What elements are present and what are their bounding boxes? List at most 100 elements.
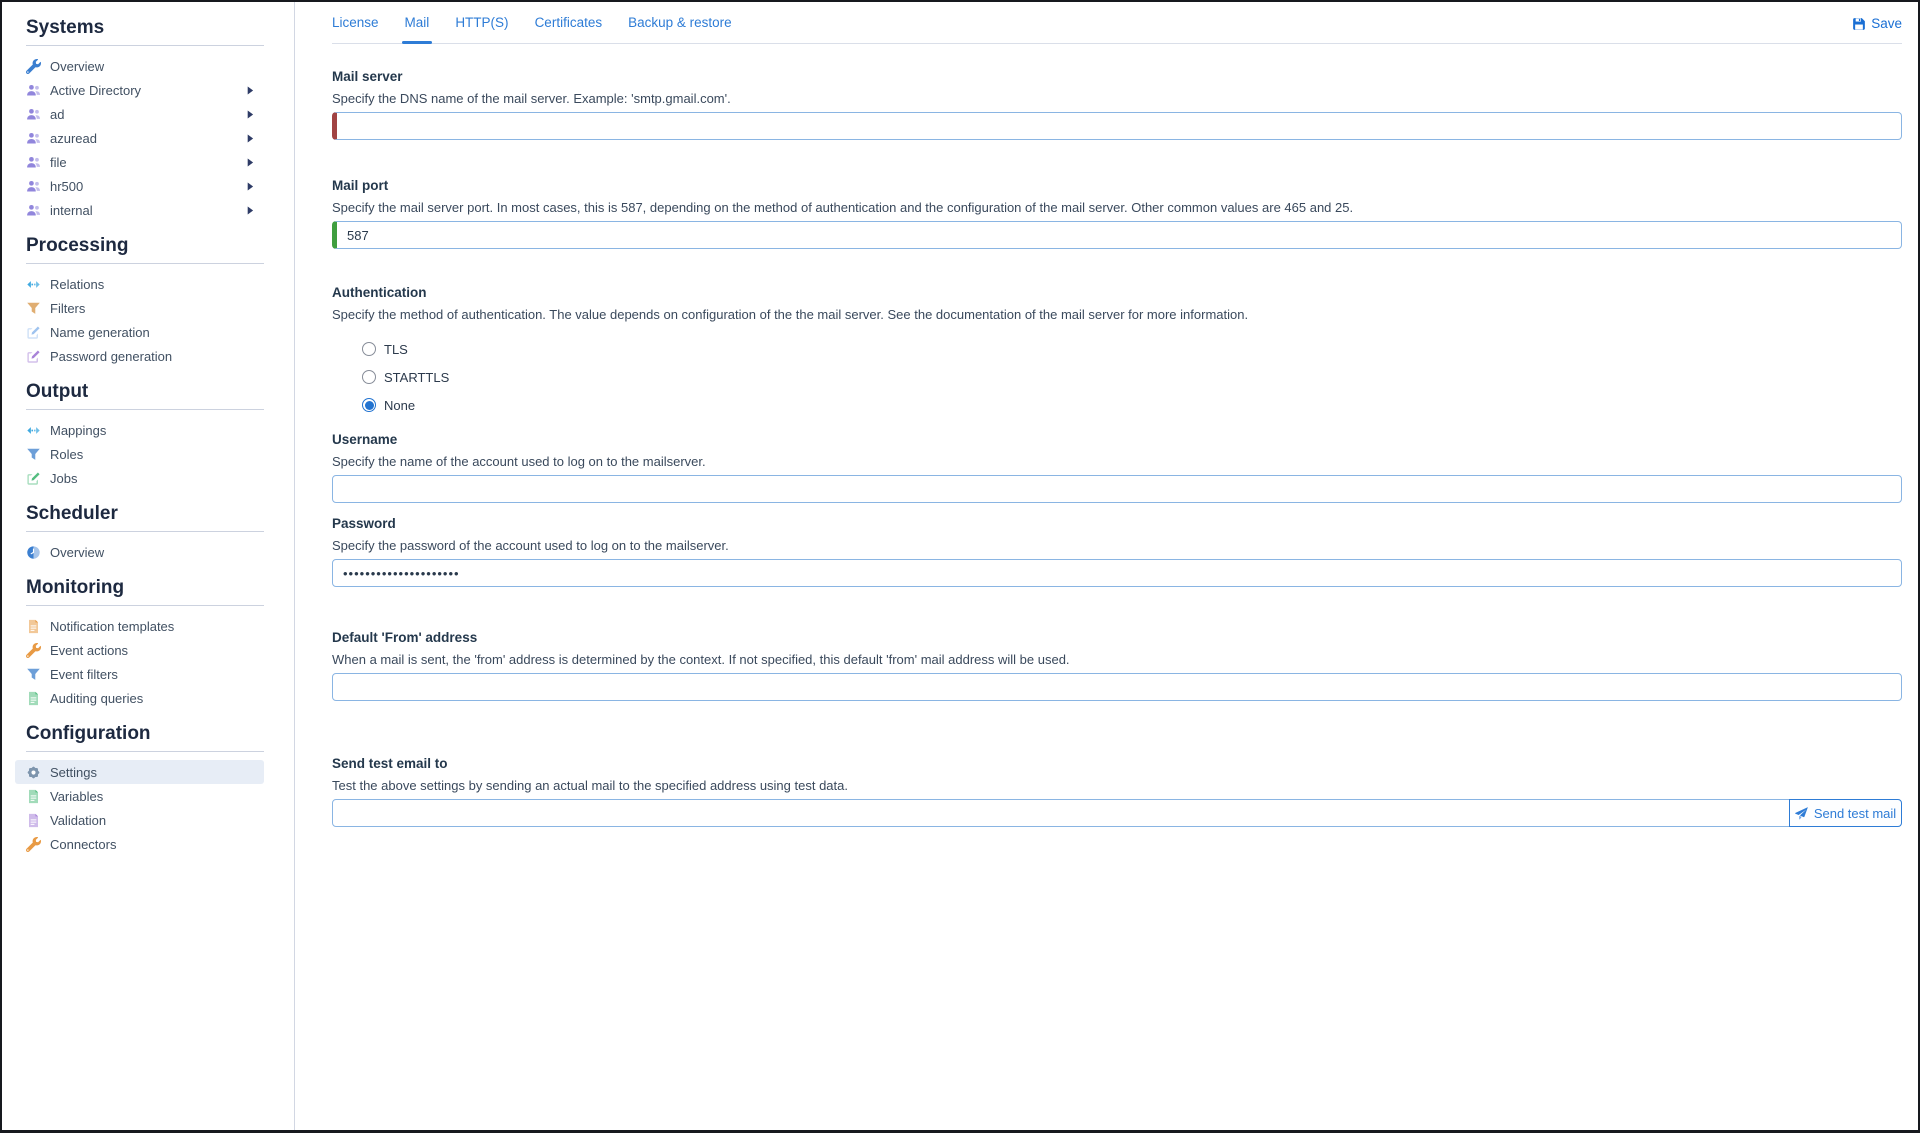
sidebar-item-settings[interactable]: Settings xyxy=(15,760,264,784)
password-input[interactable] xyxy=(332,559,1902,587)
field-group-mail-server: Mail server Specify the DNS name of the … xyxy=(332,68,1902,140)
username-input[interactable] xyxy=(332,475,1902,503)
sidebar-item-label: Overview xyxy=(50,59,104,74)
main-content: License Mail HTTP(S) Certificates Backup… xyxy=(295,2,1918,1130)
send-test-label: Send test email to xyxy=(332,755,1902,773)
wrench-icon xyxy=(26,837,41,852)
tab-backup-restore[interactable]: Backup & restore xyxy=(628,15,732,43)
sidebar-item-roles[interactable]: Roles xyxy=(15,442,264,466)
sidebar-item-label: Connectors xyxy=(50,837,116,852)
save-button[interactable]: Save xyxy=(1852,15,1902,31)
sidebar-item-validation[interactable]: Validation xyxy=(15,808,264,832)
mail-server-input[interactable] xyxy=(332,112,1902,140)
document-icon xyxy=(26,691,41,706)
section-divider xyxy=(26,751,264,752)
field-group-authentication: Authentication Specify the method of aut… xyxy=(332,284,1902,419)
sidebar-item-mappings[interactable]: Mappings xyxy=(15,418,264,442)
radio-label-none: None xyxy=(384,398,415,413)
sidebar-item-file[interactable]: file xyxy=(15,150,264,174)
sidebar-item-label: internal xyxy=(50,203,93,218)
sidebar-item-active-directory[interactable]: Active Directory xyxy=(15,78,264,102)
sidebar-item-label: Active Directory xyxy=(50,83,141,98)
radio-row-starttls[interactable]: STARTTLS xyxy=(362,363,1902,391)
mail-port-input[interactable] xyxy=(332,221,1902,249)
default-from-label: Default 'From' address xyxy=(332,629,1902,647)
sidebar-item-label: Roles xyxy=(50,447,83,462)
tab-certificates[interactable]: Certificates xyxy=(535,15,603,43)
authentication-label: Authentication xyxy=(332,284,1902,302)
caret-right-icon xyxy=(247,182,254,191)
default-from-input[interactable] xyxy=(332,673,1902,701)
sidebar-item-label: azuread xyxy=(50,131,97,146)
sidebar-item-label: Validation xyxy=(50,813,106,828)
none-radio[interactable] xyxy=(362,398,376,412)
sidebar-item-label: Relations xyxy=(50,277,104,292)
sidebar-item-ad[interactable]: ad xyxy=(15,102,264,126)
tab-https[interactable]: HTTP(S) xyxy=(455,15,508,43)
wrench-icon xyxy=(26,643,41,658)
sidebar-item-label: hr500 xyxy=(50,179,83,194)
caret-right-icon xyxy=(247,86,254,95)
edit-document-icon xyxy=(26,471,41,486)
radio-row-none[interactable]: None xyxy=(362,391,1902,419)
sidebar-section-title-output: Output xyxy=(26,380,270,403)
tls-radio[interactable] xyxy=(362,342,376,356)
sidebar-item-auditing-queries[interactable]: Auditing queries xyxy=(15,686,264,710)
tab-mail[interactable]: Mail xyxy=(405,15,430,43)
document-icon xyxy=(26,789,41,804)
sidebar-item-variables[interactable]: Variables xyxy=(15,784,264,808)
sidebar-section-title-monitoring: Monitoring xyxy=(26,576,270,599)
users-icon xyxy=(26,131,41,146)
radio-row-tls[interactable]: TLS xyxy=(362,335,1902,363)
sidebar-section-title-configuration: Configuration xyxy=(26,722,270,745)
section-divider xyxy=(26,45,264,46)
users-icon xyxy=(26,155,41,170)
sidebar-item-overview[interactable]: Overview xyxy=(15,54,264,78)
edit-document-icon xyxy=(26,325,41,340)
sidebar-section-title-systems: Systems xyxy=(26,16,270,39)
document-icon xyxy=(26,813,41,828)
sidebar-item-filters[interactable]: Filters xyxy=(15,296,264,320)
authentication-description: Specify the method of authentication. Th… xyxy=(332,306,1902,323)
sidebar-item-event-filters[interactable]: Event filters xyxy=(15,662,264,686)
sidebar-item-event-actions[interactable]: Event actions xyxy=(15,638,264,662)
clock-icon xyxy=(26,545,41,560)
radio-label-starttls: STARTTLS xyxy=(384,370,449,385)
sidebar-item-label: Mappings xyxy=(50,423,106,438)
sidebar-item-label: Settings xyxy=(50,765,97,780)
sidebar-item-label: Filters xyxy=(50,301,85,316)
sidebar-item-password-generation[interactable]: Password generation xyxy=(15,344,264,368)
sidebar-section-title-processing: Processing xyxy=(26,234,270,257)
username-description: Specify the name of the account used to … xyxy=(332,453,1902,470)
default-from-description: When a mail is sent, the 'from' address … xyxy=(332,651,1902,668)
send-test-email-input[interactable] xyxy=(332,799,1790,827)
sidebar-item-name-generation[interactable]: Name generation xyxy=(15,320,264,344)
sidebar-item-internal[interactable]: internal xyxy=(15,198,264,222)
send-test-mail-button[interactable]: Send test mail xyxy=(1789,799,1902,827)
send-test-input-group: Send test mail xyxy=(332,799,1902,827)
section-divider xyxy=(26,263,264,264)
gear-icon xyxy=(26,765,41,780)
sidebar-item-azuread[interactable]: azuread xyxy=(15,126,264,150)
starttls-radio[interactable] xyxy=(362,370,376,384)
sidebar-item-label: Password generation xyxy=(50,349,172,364)
sidebar-item-label: Auditing queries xyxy=(50,691,143,706)
sidebar-item-label: Variables xyxy=(50,789,103,804)
sidebar-item-notification-templates[interactable]: Notification templates xyxy=(15,614,264,638)
sidebar-item-label: Name generation xyxy=(50,325,150,340)
arrows-left-right-icon xyxy=(26,423,41,438)
sidebar-item-jobs[interactable]: Jobs xyxy=(15,466,264,490)
mail-port-label: Mail port xyxy=(332,177,1902,195)
funnel-icon xyxy=(26,301,41,316)
caret-right-icon xyxy=(247,158,254,167)
mail-server-description: Specify the DNS name of the mail server.… xyxy=(332,90,1902,107)
funnel-icon xyxy=(26,447,41,462)
sidebar-item-hr500[interactable]: hr500 xyxy=(15,174,264,198)
sidebar-item-relations[interactable]: Relations xyxy=(15,272,264,296)
sidebar-item-connectors[interactable]: Connectors xyxy=(15,832,264,856)
tab-license[interactable]: License xyxy=(332,15,379,43)
authentication-radio-group: TLS STARTTLS None xyxy=(332,335,1902,419)
sidebar-item-label: ad xyxy=(50,107,64,122)
send-test-description: Test the above settings by sending an ac… xyxy=(332,777,1902,794)
sidebar-item-scheduler-overview[interactable]: Overview xyxy=(15,540,264,564)
